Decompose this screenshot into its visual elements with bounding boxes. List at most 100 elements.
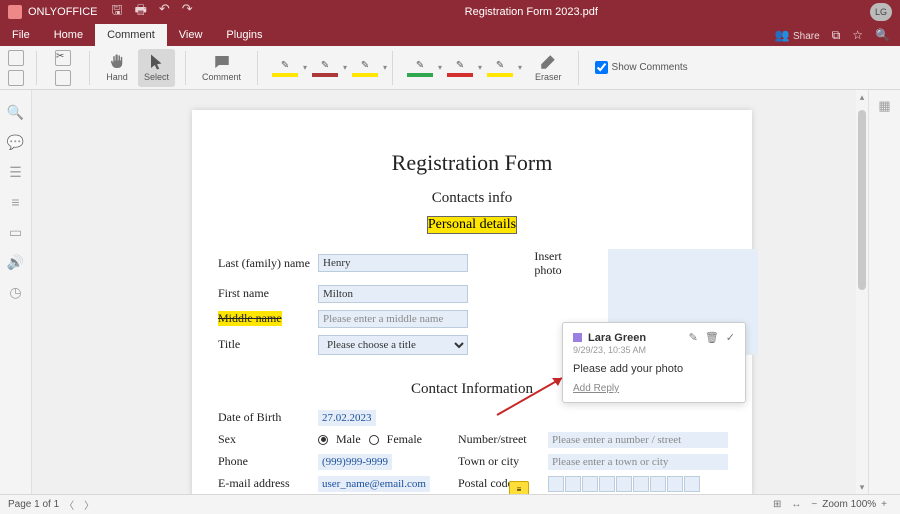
chat-icon[interactable]: ☰ [8, 164, 24, 180]
input-town[interactable]: Please enter a town or city [548, 454, 728, 470]
personal-details-heading: Personal details [428, 217, 516, 233]
app-logo: ONLYOFFICE [8, 5, 97, 19]
fit-page-icon[interactable]: ⊞ [768, 499, 786, 510]
thumbnails-icon[interactable]: ▭ [8, 224, 24, 240]
label-middle-name: Middle name [218, 311, 282, 326]
comments-panel-icon[interactable]: 💬 [8, 134, 24, 150]
label-email: E-mail address [218, 476, 318, 491]
input-first-name[interactable] [318, 285, 468, 303]
underline-red[interactable]: ✎ [312, 59, 338, 77]
fit-width-icon[interactable]: ↔ [786, 499, 806, 510]
radio-male[interactable] [318, 435, 328, 445]
select-tool[interactable]: Select [138, 49, 175, 87]
search-icon[interactable]: 🔍 [875, 28, 890, 42]
next-page-button[interactable]: 〉 [79, 497, 99, 512]
label-last-name: Last (family) name [218, 256, 318, 271]
save-icon[interactable]: 🖫 [111, 1, 122, 23]
pdf-page: Registration Form Contacts info Personal… [192, 110, 752, 494]
zoom-in-button[interactable]: + [876, 499, 892, 510]
underline-red2[interactable]: ✎ [447, 59, 473, 77]
document-title: Registration Form 2023.pdf [193, 6, 870, 18]
delete-comment-icon[interactable]: 🗑 [705, 331, 719, 344]
page-indicator: Page 1 of 1 [8, 499, 59, 510]
show-comments-checkbox[interactable] [595, 61, 608, 74]
document-canvas[interactable]: Registration Form Contacts info Personal… [32, 90, 868, 494]
eraser-tool[interactable]: Eraser [529, 49, 568, 87]
radio-female[interactable] [369, 435, 379, 445]
input-last-name[interactable] [318, 254, 468, 272]
right-sidebar: ▦ [868, 90, 900, 494]
scroll-down-icon[interactable]: ▾ [858, 482, 866, 492]
menu-file[interactable]: File [0, 24, 42, 46]
about-icon[interactable]: ◷ [8, 284, 24, 300]
comment-color-icon [573, 333, 582, 342]
favorite-icon[interactable]: ☆ [852, 28, 863, 42]
input-middle-name[interactable] [318, 310, 468, 328]
menu-home[interactable]: Home [42, 24, 95, 46]
contacts-header: Contacts info [218, 190, 726, 207]
value-email[interactable]: user_name@email.com [318, 476, 430, 492]
highlight-green[interactable]: ✎ [407, 59, 433, 77]
edit-comment-icon[interactable]: ✎ [689, 331, 698, 344]
redo-icon[interactable]: ↷ [182, 1, 193, 23]
open-location-icon[interactable]: ⧉ [832, 28, 841, 43]
label-first-name: First name [218, 286, 318, 301]
page-thumbnails-icon[interactable]: ▦ [877, 98, 893, 114]
prev-page-button[interactable]: 〈 [59, 497, 79, 512]
label-dob: Date of Birth [218, 410, 318, 425]
user-avatar[interactable]: LG [870, 3, 892, 21]
menu-comment[interactable]: Comment [95, 24, 167, 46]
input-postal[interactable] [548, 476, 728, 492]
copy-icon[interactable] [8, 50, 24, 66]
app-name: ONLYOFFICE [28, 6, 97, 18]
comment-popup: Lara Green ✎ 🗑 ✓ 9/29/23, 10:35 AM Pleas… [562, 322, 746, 403]
strike-yellow[interactable]: ✎ [352, 59, 378, 77]
feedback-icon[interactable]: 🔊 [8, 254, 24, 270]
hand-tool[interactable]: Hand [100, 49, 134, 87]
comment-text: Please add your photo [573, 363, 735, 375]
label-number-street: Number/street [458, 432, 548, 447]
resolve-comment-icon[interactable]: ✓ [726, 331, 735, 344]
titlebar: ONLYOFFICE 🖫 🖶 ↶ ↷ Registration Form 202… [0, 0, 900, 24]
menu-plugins[interactable]: Plugins [214, 24, 274, 46]
menu-view[interactable]: View [167, 24, 215, 46]
comment-date: 9/29/23, 10:35 AM [573, 345, 735, 355]
value-phone[interactable]: (999)999-9999 [318, 454, 392, 470]
share-button[interactable]: 👥 Share [775, 28, 820, 42]
label-sex: Sex [218, 432, 318, 447]
insert-photo-label: Insertphoto [488, 249, 608, 278]
scroll-up-icon[interactable]: ▴ [858, 92, 866, 102]
label-postal: Postal code [458, 476, 548, 491]
zoom-out-button[interactable]: − [806, 499, 822, 510]
highlight-yellow[interactable]: ✎ [272, 59, 298, 77]
form-title: Registration Form [218, 150, 726, 176]
vertical-scrollbar[interactable]: ▴ ▾ [856, 90, 868, 494]
label-town: Town or city [458, 454, 548, 469]
comment-tool[interactable]: Comment [196, 49, 247, 87]
comment-author: Lara Green [588, 332, 689, 344]
paste-icon[interactable] [8, 70, 24, 86]
left-sidebar: 🔍 💬 ☰ ≡ ▭ 🔊 ◷ [0, 90, 32, 494]
find-icon[interactable]: 🔍 [8, 104, 24, 120]
toolbar: ✂ Hand Select Comment ✎ ✎ ✎ ✎ ✎ ✎ E [0, 46, 900, 90]
scroll-thumb[interactable] [858, 110, 866, 290]
print-icon[interactable]: 🖶 [135, 1, 147, 23]
logo-icon [8, 5, 22, 19]
label-phone: Phone [218, 454, 318, 469]
navigation-icon[interactable]: ≡ [8, 194, 24, 210]
select-title[interactable]: Please choose a title [318, 335, 468, 355]
show-comments-toggle[interactable]: Show Comments [595, 61, 688, 74]
value-dob[interactable]: 27.02.2023 [318, 410, 376, 426]
strike-yellow2[interactable]: ✎ [487, 59, 513, 77]
undo-icon[interactable]: ↶ [159, 1, 170, 23]
label-title: Title [218, 337, 318, 352]
cut-icon[interactable]: ✂ [55, 50, 71, 66]
zoom-level: Zoom 100% [822, 499, 876, 510]
statusbar: Page 1 of 1 〈 〉 ⊞ ↔ − Zoom 100% + [0, 494, 900, 514]
radio-sex: Male Female [318, 432, 448, 447]
input-number-street[interactable]: Please enter a number / street [548, 432, 728, 448]
menubar: File Home Comment View Plugins 👥 Share ⧉… [0, 24, 900, 46]
select-all-icon[interactable] [55, 70, 71, 86]
comment-marker-icon[interactable]: ≡ [509, 481, 529, 494]
add-reply-button[interactable]: Add Reply [573, 383, 735, 394]
